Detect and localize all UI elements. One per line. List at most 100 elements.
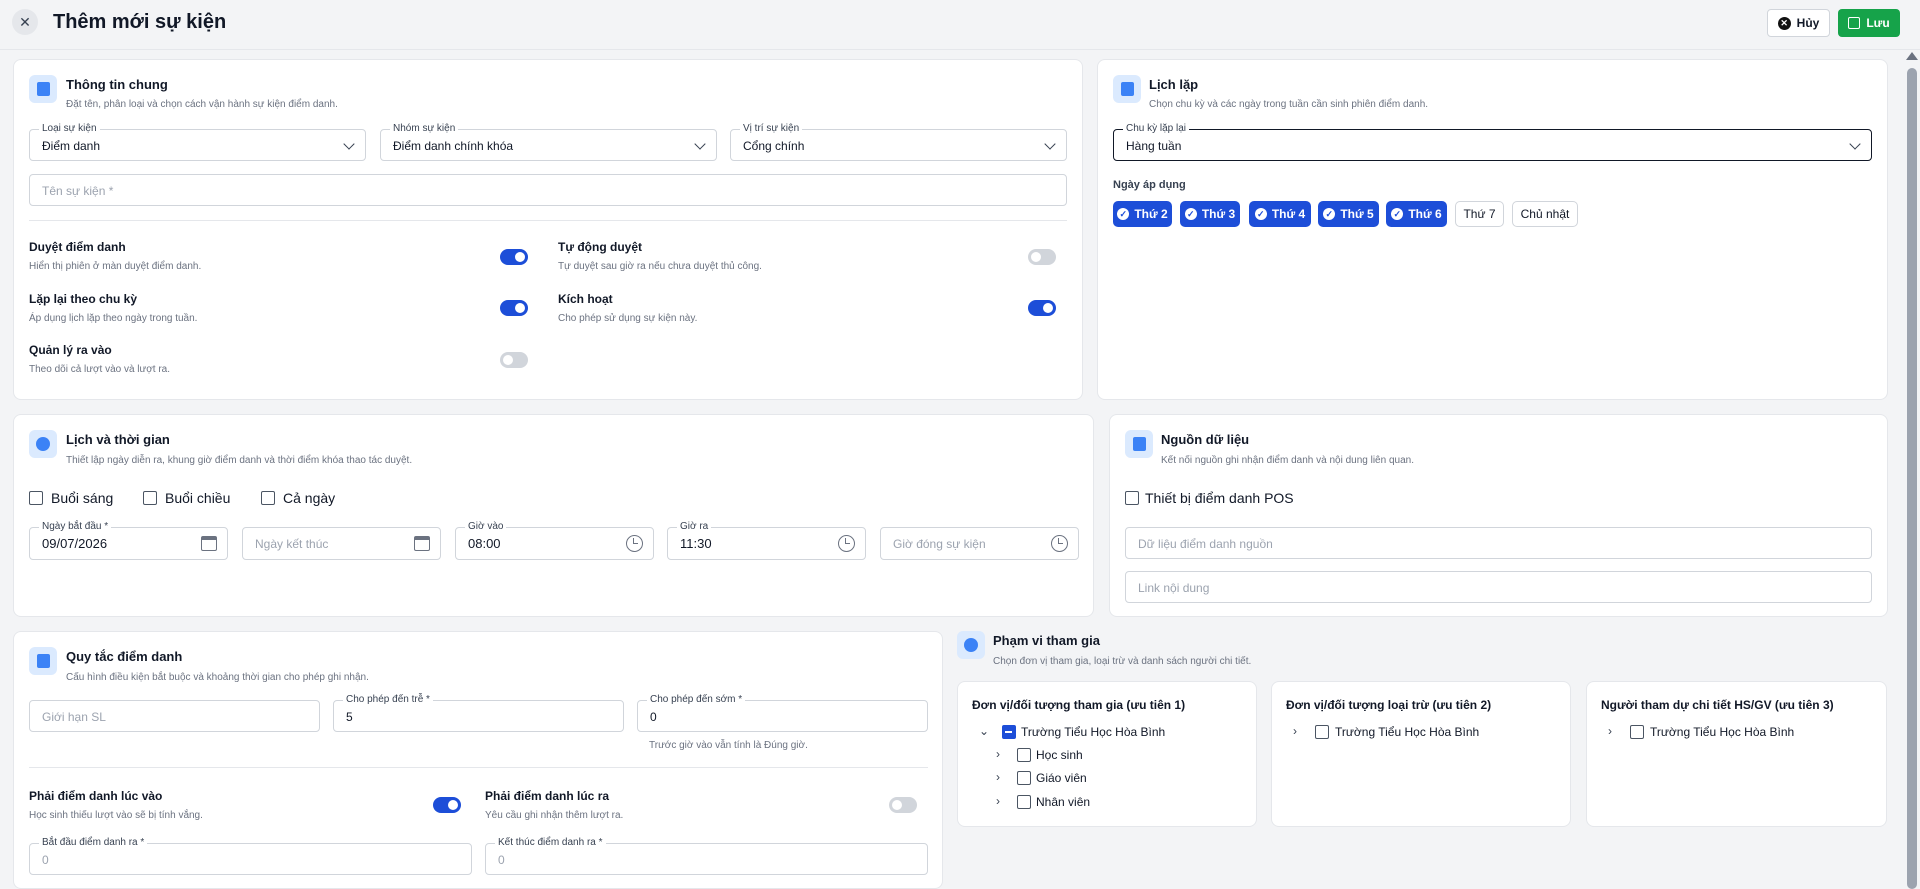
day-chip[interactable]: Chủ nhật	[1512, 201, 1578, 227]
chevron-right-icon[interactable]: ›	[996, 747, 1000, 761]
out-end-value: 0	[498, 853, 505, 867]
out-start-input[interactable]: Bắt đầu điểm danh ra * 0	[29, 837, 472, 875]
day-chip[interactable]: ✓ Thứ 6	[1386, 201, 1447, 227]
entry-exit-toggle[interactable]	[500, 352, 528, 368]
toggle-desc: Cho phép sử dụng sự kiện này.	[558, 313, 698, 324]
event-type-label: Loại sự kiện	[39, 123, 100, 135]
check-icon: ✓	[1254, 208, 1267, 220]
rules-title: Quy tắc điểm danh	[66, 649, 183, 664]
close-time-placeholder: Giờ đóng sự kiện	[893, 537, 986, 551]
repeat-cycle-toggle[interactable]	[500, 300, 528, 316]
calendar-icon	[1113, 75, 1141, 103]
scope-title: Phạm vi tham gia	[993, 633, 1100, 648]
scroll-up-arrow[interactable]	[1906, 52, 1918, 60]
calendar-icon[interactable]	[414, 536, 430, 551]
general-info-title: Thông tin chung	[66, 77, 168, 92]
time-in-label: Giờ vào	[465, 521, 507, 533]
end-date-input[interactable]: Ngày kết thúc	[242, 527, 441, 560]
chevron-down-icon	[1849, 138, 1861, 150]
content-link-input[interactable]: Link nội dung	[1125, 571, 1872, 603]
event-location-select[interactable]: Vị trí sự kiện Cổng chính	[730, 123, 1067, 161]
source-data-input[interactable]: Dữ liệu điểm danh nguồn	[1125, 527, 1872, 559]
exclude-panel-title: Đơn vị/đối tượng loại trừ (ưu tiên 2)	[1286, 698, 1492, 712]
clock-icon[interactable]	[626, 535, 643, 552]
clock-icon[interactable]	[838, 535, 855, 552]
early-note: Trước giờ vào vẫn tính là Đúng giờ.	[649, 740, 808, 751]
early-allowance-input[interactable]: Cho phép đến sớm * 0	[637, 694, 928, 732]
repeat-cycle-select[interactable]: Chu kỳ lặp lại Hàng tuần	[1113, 123, 1872, 161]
clock-icon[interactable]	[1051, 535, 1068, 552]
event-name-input[interactable]: Tên sự kiện *	[29, 174, 1067, 206]
approve-attendance-toggle[interactable]	[500, 249, 528, 265]
late-allowance-value: 5	[346, 710, 353, 724]
close-time-input[interactable]: Giờ đóng sự kiện	[880, 527, 1079, 560]
auto-approve-toggle[interactable]	[1028, 249, 1056, 265]
general-info-subtitle: Đặt tên, phân loại và chọn cách vận hành…	[66, 99, 338, 110]
event-type-select[interactable]: Loại sự kiện Điểm danh	[29, 123, 366, 161]
tree-checkbox[interactable]	[1002, 725, 1016, 739]
start-date-label: Ngày bắt đầu *	[39, 521, 112, 533]
toggle-label: Kích hoạt	[558, 292, 613, 306]
time-out-input[interactable]: Giờ ra 11:30	[667, 521, 866, 560]
out-start-value: 0	[42, 853, 49, 867]
morning-label: Buổi sáng	[51, 490, 114, 506]
scrollbar-thumb[interactable]	[1907, 68, 1917, 889]
event-type-value: Điểm danh	[42, 139, 101, 153]
chevron-right-icon[interactable]: ›	[996, 770, 1000, 784]
calendar-icon[interactable]	[201, 536, 217, 551]
chevron-right-icon[interactable]: ›	[1293, 724, 1297, 738]
page-title: Thêm mới sự kiện	[53, 11, 227, 33]
out-toggle-label: Phải điểm danh lúc ra	[485, 789, 610, 803]
day-chip[interactable]: Thứ 7	[1455, 201, 1504, 227]
apply-days-label: Ngày áp dụng	[1113, 179, 1186, 191]
close-button[interactable]: ✕	[12, 9, 38, 35]
chevron-down-icon[interactable]: ⌄	[979, 724, 989, 738]
limit-input[interactable]: Giới hạn SL	[29, 700, 320, 732]
tree-checkbox[interactable]	[1017, 748, 1031, 762]
source-subtitle: Kết nối nguồn ghi nhận điểm danh và nội …	[1161, 455, 1414, 466]
event-group-label: Nhóm sự kiện	[390, 123, 459, 135]
day-chip[interactable]: ✓ Thứ 5	[1318, 201, 1379, 227]
chevron-right-icon[interactable]: ›	[1608, 724, 1612, 738]
chevron-right-icon[interactable]: ›	[996, 794, 1000, 808]
event-group-value: Điểm danh chính khóa	[393, 139, 514, 153]
start-date-input[interactable]: Ngày bắt đầu * 09/07/2026	[29, 521, 228, 560]
in-toggle-label: Phải điểm danh lúc vào	[29, 789, 163, 803]
pos-label: Thiết bị điểm danh POS	[1145, 490, 1294, 506]
day-chip[interactable]: ✓ Thứ 4	[1249, 201, 1311, 227]
late-allowance-label: Cho phép đến trễ *	[343, 694, 433, 706]
schedule-card	[13, 414, 1094, 617]
time-in-input[interactable]: Giờ vào 08:00	[455, 521, 654, 560]
save-button[interactable]: Lưu	[1838, 9, 1900, 37]
afternoon-checkbox[interactable]	[143, 491, 157, 505]
users-icon	[957, 631, 985, 659]
day-chip[interactable]: ✓ Thứ 2	[1113, 201, 1172, 227]
tree-checkbox[interactable]	[1017, 771, 1031, 785]
full-day-checkbox[interactable]	[261, 491, 275, 505]
save-icon	[1848, 17, 1861, 29]
toggle-label: Tự động duyệt	[558, 240, 643, 254]
activate-toggle[interactable]	[1028, 300, 1056, 316]
tree-checkbox[interactable]	[1315, 725, 1329, 739]
close-icon: ✕	[19, 13, 31, 30]
event-group-select[interactable]: Nhóm sự kiện Điểm danh chính khóa	[380, 123, 717, 161]
toggle-desc: Áp dụng lịch lặp theo ngày trong tuần.	[29, 313, 198, 324]
pos-checkbox[interactable]	[1125, 491, 1139, 505]
late-allowance-input[interactable]: Cho phép đến trễ * 5	[333, 694, 624, 732]
day-chip[interactable]: ✓ Thứ 3	[1180, 201, 1240, 227]
repeat-cycle-value: Hàng tuần	[1126, 139, 1182, 153]
out-end-input[interactable]: Kết thúc điểm danh ra * 0	[485, 837, 928, 875]
event-location-label: Vị trí sự kiện	[740, 123, 803, 135]
check-in-required-toggle[interactable]	[433, 797, 461, 813]
tree-checkbox[interactable]	[1630, 725, 1644, 739]
content-link-placeholder: Link nội dung	[1138, 581, 1210, 595]
document-icon	[29, 75, 57, 103]
morning-checkbox[interactable]	[29, 491, 43, 505]
cancel-button[interactable]: ✕ Hủy	[1767, 9, 1830, 37]
tree-checkbox[interactable]	[1017, 795, 1031, 809]
check-out-required-toggle[interactable]	[889, 797, 917, 813]
limit-placeholder: Giới hạn SL	[42, 710, 106, 724]
out-end-label: Kết thúc điểm danh ra *	[495, 837, 606, 849]
cancel-label: Hủy	[1796, 16, 1820, 30]
check-icon: ✓	[1184, 208, 1197, 220]
